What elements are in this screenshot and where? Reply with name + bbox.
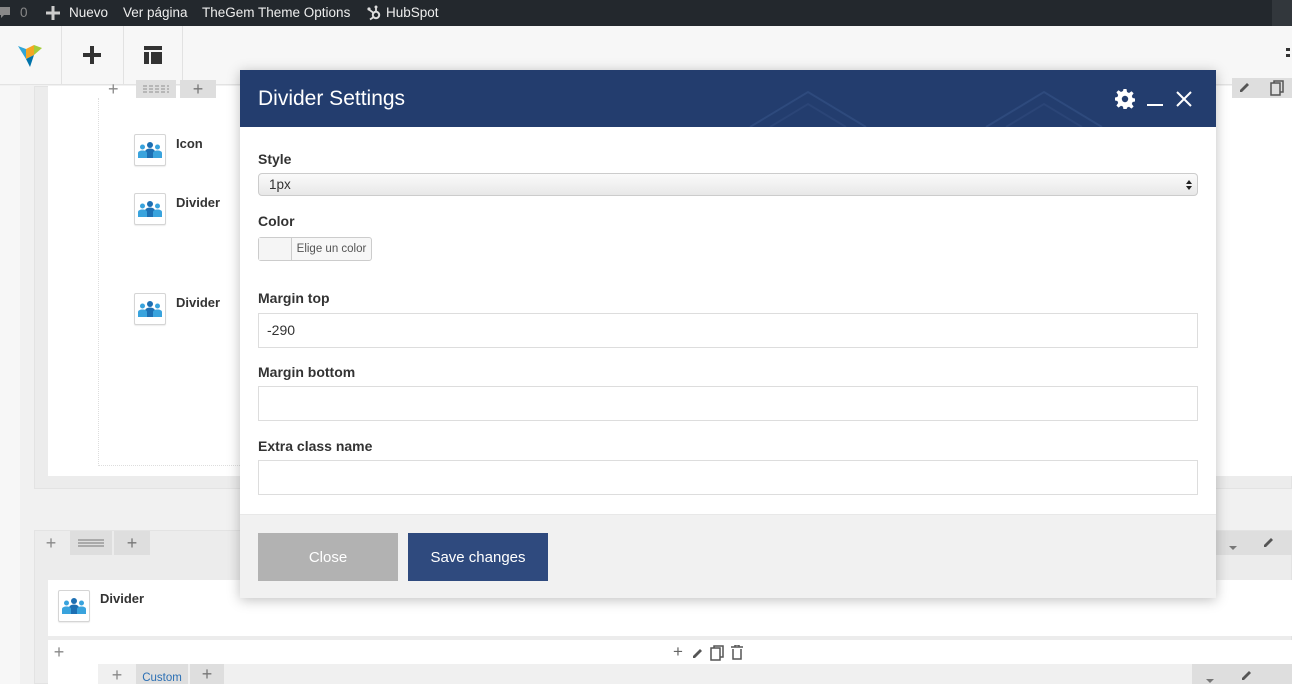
edit-icon[interactable] [1262,535,1276,549]
trash-icon[interactable] [731,644,743,660]
element-divider[interactable]: Divider [58,590,144,622]
select-arrows-icon [1186,180,1192,190]
extra-class-input[interactable] [258,460,1198,495]
element-divider[interactable]: Divider [134,293,220,325]
chevron-down-icon[interactable] [1205,672,1215,683]
comment-icon [0,7,10,18]
layout-icon [144,46,162,64]
divider-settings-modal: Divider Settings Style 1px Color Elige u… [240,70,1216,598]
edit-icon[interactable] [691,646,705,660]
chevron-down-icon[interactable] [1228,539,1238,550]
comments-count: 0 [20,5,28,20]
element-thumb [58,590,90,622]
people-icon [138,142,162,158]
element-icon-block[interactable]: Icon [134,134,203,166]
theme-options-link[interactable]: TheGem Theme Options [202,0,350,26]
more-menu-icon[interactable] [1286,48,1292,62]
color-picker-button[interactable]: Elige un color [258,237,372,261]
element-thumb [134,193,166,225]
element-label: Divider [100,591,145,606]
hubspot-label: HubSpot [386,5,439,20]
add-icon[interactable]: + [670,643,686,661]
new-label: Nuevo [69,5,109,20]
clone-icon[interactable] [710,645,724,661]
left-gutter [0,86,20,684]
move-icon[interactable]: + [40,534,62,552]
templates-button[interactable] [124,26,182,84]
column-layout-button[interactable] [136,80,176,98]
gear-icon[interactable] [1114,88,1136,110]
edit-icon[interactable] [1238,80,1252,94]
edit-icon[interactable] [1240,668,1254,682]
view-page-link[interactable]: Ver página [123,0,188,26]
margin-bottom-label: Margin bottom [258,364,356,380]
admin-bar: 0 Nuevo Ver página TheGem Theme Options … [0,0,1292,26]
column-layout-button[interactable] [70,531,112,555]
hubspot-icon [367,5,381,21]
layout-icon [78,539,104,547]
logo-icon [18,45,42,67]
plus-icon [83,46,101,64]
people-icon [138,301,162,317]
color-picker-label: Elige un color [296,243,367,255]
color-label: Color [258,213,295,229]
modal-title: Divider Settings [258,87,406,110]
style-label: Style [258,151,292,167]
people-icon [138,201,162,217]
plus-icon [46,6,60,20]
save-changes-button[interactable]: Save changes [408,533,548,581]
modal-footer: Close Save changes [240,514,1216,598]
inner-row-bar [98,664,1292,684]
element-thumb [134,293,166,325]
comments-link[interactable]: 0 [0,0,32,26]
element-thumb [134,134,166,166]
add-column-button[interactable]: + [114,531,150,555]
color-swatch [259,238,292,260]
minimize-icon[interactable] [1144,88,1166,110]
close-button[interactable]: Close [258,533,398,581]
move-icon[interactable]: + [50,643,68,661]
element-divider[interactable]: Divider [134,193,220,225]
adminbar-right-item[interactable] [1272,0,1292,26]
margin-top-input[interactable]: -290 [258,313,1198,348]
style-select[interactable]: 1px [258,173,1198,196]
extra-class-label: Extra class name [258,438,373,454]
clone-icon[interactable] [1270,80,1284,96]
margin-bottom-input[interactable] [258,386,1198,421]
tab-custom[interactable]: Custom [136,664,188,684]
layout-icon [143,85,169,93]
element-label: Icon [176,136,203,151]
margin-top-label: Margin top [258,290,330,306]
move-icon[interactable]: + [108,666,126,684]
vc-logo[interactable] [0,26,60,84]
people-icon [62,598,86,614]
move-icon[interactable]: + [108,80,126,98]
add-element-button[interactable] [62,26,122,84]
close-icon[interactable] [1173,88,1195,110]
add-column-button[interactable]: + [190,664,224,684]
element-label: Divider [176,195,221,210]
style-select-value: 1px [269,177,291,192]
add-column-button[interactable]: + [180,79,216,99]
element-label: Divider [176,295,221,310]
modal-header[interactable]: Divider Settings [240,70,1216,127]
